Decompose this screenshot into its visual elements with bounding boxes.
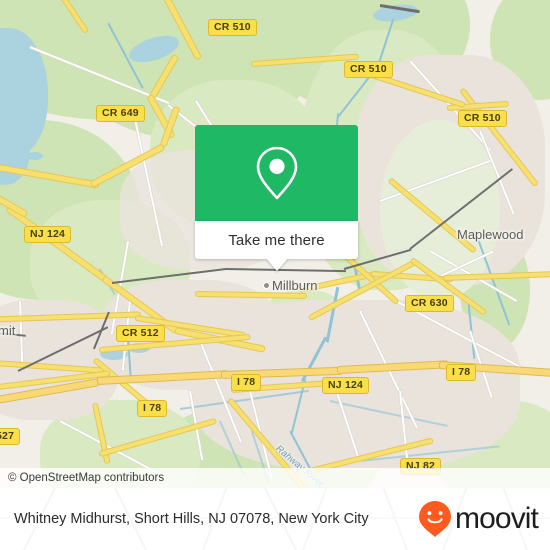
address-text: Whitney Midhurst, Short Hills, NJ 07078,… bbox=[14, 511, 369, 527]
road-shield: NJ 124 bbox=[322, 377, 370, 394]
footer-bar: Whitney Midhurst, Short Hills, NJ 07078,… bbox=[0, 488, 550, 550]
moovit-logo[interactable]: moovit bbox=[418, 500, 539, 538]
location-callout-card[interactable]: Take me there bbox=[195, 125, 358, 271]
road-shield: CR 630 bbox=[405, 295, 454, 312]
take-me-there-label: Take me there bbox=[228, 231, 325, 249]
place-marker-dot bbox=[263, 282, 270, 289]
road-shield: I 78 bbox=[446, 364, 477, 381]
road-shield: I 78 bbox=[231, 374, 262, 391]
map-attribution[interactable]: © OpenStreetMap contributors bbox=[0, 468, 550, 488]
take-me-there-button[interactable]: Take me there bbox=[195, 221, 358, 259]
road-shield: CR 510 bbox=[458, 110, 507, 127]
road-shield: CR 510 bbox=[208, 19, 257, 36]
footer-content: Whitney Midhurst, Short Hills, NJ 07078,… bbox=[0, 488, 550, 550]
moovit-pin-smiley-icon bbox=[419, 501, 452, 537]
road-shield: CR 512 bbox=[116, 325, 165, 342]
road-shield: 527 bbox=[0, 428, 21, 445]
card-header bbox=[195, 125, 358, 221]
moovit-map-screenshot: CR 510 CR 510 CR 510 CR 649 NJ 124 CR 512 CR 6… bbox=[0, 0, 550, 550]
map-lake bbox=[27, 152, 43, 160]
moovit-wordmark: moovit bbox=[455, 502, 539, 535]
road-shield: CR 510 bbox=[344, 61, 393, 78]
place-label: mit bbox=[0, 323, 16, 338]
place-label: Millburn bbox=[272, 278, 318, 293]
place-label: Maplewood bbox=[457, 227, 524, 242]
map-pin-icon bbox=[256, 146, 297, 200]
road-shield: NJ 124 bbox=[24, 226, 72, 243]
callout-pointer-tail bbox=[266, 258, 288, 271]
road-shield: CR 649 bbox=[96, 105, 145, 122]
road-shield: I 78 bbox=[137, 400, 168, 417]
